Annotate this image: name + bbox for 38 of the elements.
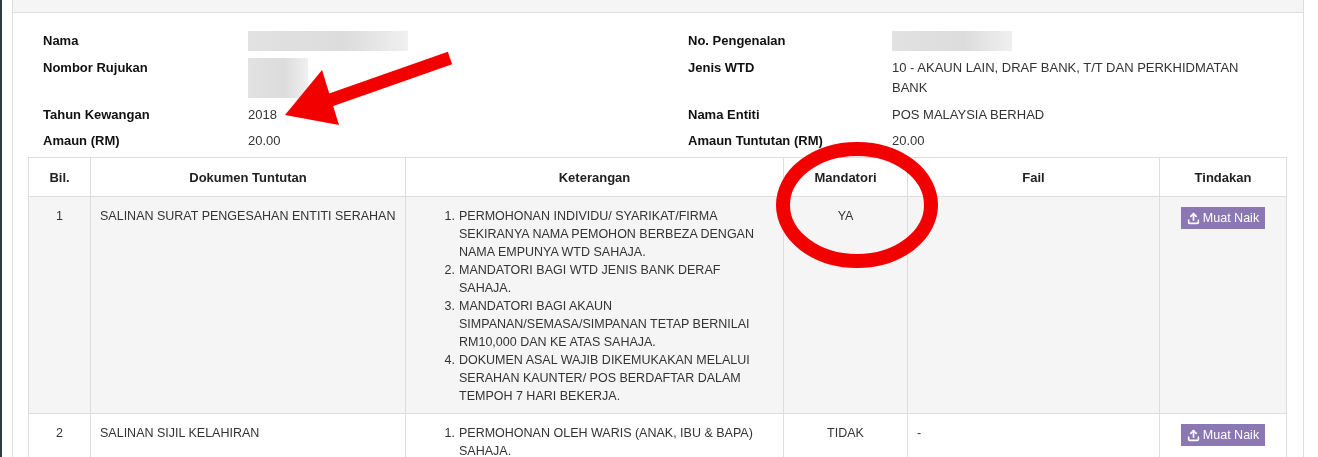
field-value: 2018 [248,106,278,124]
upload-icon [1186,428,1200,442]
field-label: Nama Entiti [688,106,761,124]
column-header: Fail [907,157,1160,197]
list-number: 4. [443,352,455,369]
note-text: PERMOHONAN OLEH WARIS (ANAK, IBU & BAPA) SAHAJA. [459,425,754,457]
note-text: MANDATORI BAGI WTD JENIS BANK DERAF SAHAJA. [459,262,722,297]
field-label: No. Pengenalan [688,32,787,50]
table-cell: 1 [28,196,91,414]
column-header: Tindakan [1159,157,1287,197]
list-number: 3. [443,298,455,315]
note-text: PERMOHONAN INDIVIDU/ SYARIKAT/FIRMA SEKIRANYA NAMA PEMOHON BERBEZA DENGAN NAMA EMPUNYA WTD SAHAJA. [459,208,755,261]
field-label: Nama [43,32,80,50]
field-label: Jenis WTD [688,59,756,77]
field-label: Amaun (RM) [43,132,121,150]
file-text: - [917,426,922,440]
column-header: Bil. [28,157,91,197]
table-cell: 2 [28,413,91,457]
field-value: POS MALAYSIA BERHAD [892,106,1046,124]
upload-button[interactable]: Muat Naik [1180,424,1266,446]
field-value: 10 - AKAUN LAIN, DRAF BANK, T/T DAN PERKHIDMATAN BANK [892,59,1240,97]
list-number: 2. [443,262,455,279]
upload-icon [1186,211,1200,225]
column-header: Mandatori [783,157,908,197]
list-number: 1. [443,425,455,442]
field-label: Tahun Kewangan [43,106,151,124]
column-header: Dokumen Tuntutan [90,157,406,197]
field-label: Nombor Rujukan [43,59,149,77]
note-text: DOKUMEN ASAL WAJIB DIKEMUKAKAN MELALUI SERAHAN KAUNTER/ POS BERDAFTAR DALAM TEMPOH 7 HARI BEKERJA. [459,352,751,405]
note-text: MANDATORI BAGI AKAUN SIMPANAN/SEMASA/SIMPANAN TETAP BERNILAI RM10,000 DAN KE ATAS SAHAJA. [459,298,751,351]
table-cell: SALINAN SURAT PENGESAHAN ENTITI SERAHAN [90,196,406,414]
table-cell: YA [783,196,908,414]
field-label: Amaun Tuntutan (RM) [688,132,824,150]
field-value: 20.00 [248,132,282,150]
list-number: 1. [443,208,455,225]
column-header: Keterangan [405,157,784,197]
upload-button[interactable]: Muat Naik [1180,207,1266,229]
field-value: 20.00 [892,132,926,150]
